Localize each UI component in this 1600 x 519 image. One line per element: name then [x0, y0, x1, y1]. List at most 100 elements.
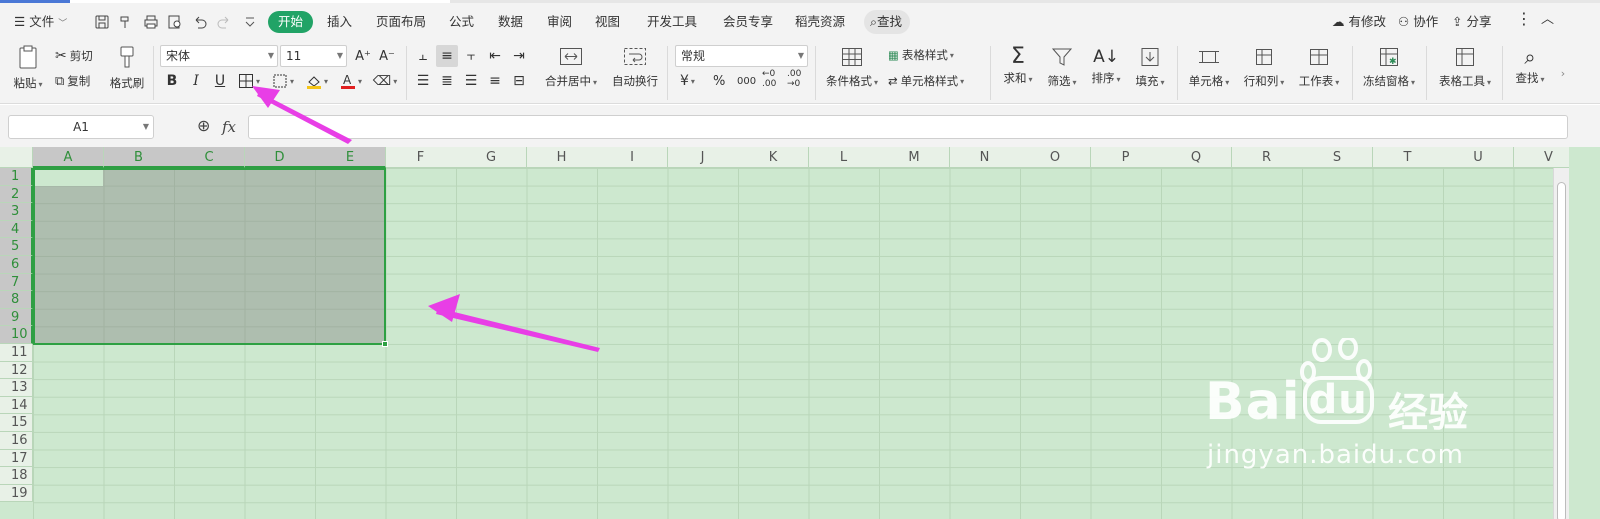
row-header-4[interactable]: 4	[0, 220, 33, 239]
column-header-k[interactable]: K	[738, 147, 809, 168]
column-header-a[interactable]: A	[33, 147, 104, 168]
column-header-o[interactable]: O	[1020, 147, 1091, 168]
column-header-q[interactable]: Q	[1161, 147, 1232, 168]
save-icon[interactable]	[94, 14, 110, 30]
increase-font-icon[interactable]: A⁺	[352, 45, 374, 67]
increase-decimal-icon[interactable]: ←0.00	[762, 69, 776, 89]
percent-button[interactable]: %	[713, 71, 725, 91]
zoom-formula-icon[interactable]: ⊕	[197, 116, 210, 135]
select-all-corner[interactable]	[0, 147, 33, 168]
decrease-decimal-icon[interactable]: .00 →0	[787, 69, 801, 89]
row-header-13[interactable]: 13	[0, 379, 33, 397]
column-header-e[interactable]: E	[315, 147, 386, 168]
column-header-s[interactable]: S	[1302, 147, 1373, 168]
row-header-17[interactable]: 17	[0, 449, 33, 468]
align-center-icon[interactable]: ≣	[436, 70, 458, 92]
tab-view[interactable]: 视图	[595, 12, 620, 32]
more-icon[interactable]: ⋮	[1516, 9, 1532, 29]
row-header-11[interactable]: 11	[0, 344, 33, 362]
fill-color-button[interactable]: ▾	[302, 70, 332, 92]
column-header-l[interactable]: L	[808, 147, 880, 168]
worksheet-button[interactable]: 工作表 ▾	[1293, 46, 1345, 89]
column-header-c[interactable]: C	[174, 147, 245, 168]
decrease-indent-icon[interactable]: ⇤	[484, 45, 506, 67]
copy-button[interactable]: ⧉ 复制	[55, 71, 90, 91]
row-header-10[interactable]: 10	[0, 326, 33, 344]
row-header-9[interactable]: 9	[0, 308, 33, 327]
tab-docer-resources[interactable]: 稻壳资源	[795, 12, 845, 32]
print-preview-icon[interactable]	[167, 14, 183, 30]
column-header-j[interactable]: J	[667, 147, 739, 168]
font-color-button[interactable]: A ▾	[336, 70, 366, 92]
font-size-select[interactable]: 11 ▼	[280, 45, 347, 67]
currency-button[interactable]: ¥ ▾	[680, 71, 695, 91]
align-right-icon[interactable]: ☰	[460, 70, 482, 92]
row-header-1[interactable]: 1	[0, 168, 33, 186]
align-top-icon[interactable]: ⫠	[412, 45, 434, 67]
fill-button[interactable]: 填充 ▾	[1130, 46, 1170, 89]
row-header-8[interactable]: 8	[0, 291, 33, 309]
tab-member[interactable]: 会员专享	[723, 12, 773, 32]
tab-insert[interactable]: 插入	[327, 12, 352, 32]
search-button[interactable]: ⌕查找	[864, 10, 911, 34]
freeze-panes-button[interactable]: ✱ 冻结窗格 ▾	[1358, 46, 1420, 89]
row-header-5[interactable]: 5	[0, 238, 33, 256]
redo-icon[interactable]	[216, 14, 232, 30]
row-header-15[interactable]: 15	[0, 414, 33, 432]
tab-developer[interactable]: 开发工具	[647, 12, 697, 32]
tab-home[interactable]: 开始	[268, 11, 314, 33]
file-menu[interactable]: ☰ 文件 ﹀	[14, 12, 67, 32]
merge-center-button[interactable]: 合并居中 ▾	[540, 46, 602, 89]
customize-quick-access-icon[interactable]	[243, 14, 257, 30]
tab-formulas[interactable]: 公式	[449, 12, 474, 32]
number-format-select[interactable]: 常规 ▼	[675, 45, 808, 67]
ribbon-scroll-right-icon[interactable]: ›	[1556, 62, 1570, 84]
clear-format-button[interactable]: ⌫ ▾	[370, 70, 400, 92]
sum-button[interactable]: Σ 求和 ▾	[998, 46, 1038, 86]
font-name-select[interactable]: 宋体 ▼	[160, 45, 278, 67]
row-header-18[interactable]: 18	[0, 467, 33, 485]
collapse-ribbon-icon[interactable]: ︿	[1541, 10, 1554, 30]
italic-button[interactable]: I	[185, 70, 207, 92]
column-header-i[interactable]: I	[597, 147, 668, 168]
active-cell[interactable]	[35, 170, 103, 186]
column-header-r[interactable]: R	[1231, 147, 1303, 168]
row-header-14[interactable]: 14	[0, 396, 33, 415]
modified-status[interactable]: ☁ 有修改	[1332, 12, 1386, 32]
bold-button[interactable]: B	[161, 70, 183, 92]
conditional-format-button[interactable]: 条件格式 ▾	[822, 46, 882, 89]
scrollbar-thumb[interactable]	[1557, 182, 1566, 519]
column-header-h[interactable]: H	[526, 147, 598, 168]
name-box[interactable]: A1 ▼	[8, 115, 154, 139]
align-bottom-icon[interactable]: ⫟	[460, 45, 482, 67]
paste-button[interactable]: 粘贴 ▾	[10, 44, 46, 91]
vertical-scrollbar[interactable]	[1553, 168, 1569, 519]
thousands-button[interactable]: 000	[737, 71, 756, 91]
row-header-12[interactable]: 12	[0, 361, 33, 380]
cut-button[interactable]: ✂ 剪切	[55, 46, 93, 66]
column-header-n[interactable]: N	[949, 147, 1021, 168]
column-header-u[interactable]: U	[1443, 147, 1514, 168]
column-header-b[interactable]: B	[103, 147, 175, 168]
column-header-f[interactable]: F	[385, 147, 457, 168]
fill-handle[interactable]	[382, 341, 388, 347]
align-middle-icon[interactable]: ≡	[436, 45, 458, 67]
share-button[interactable]: ⇪ 分享	[1452, 12, 1491, 32]
border-button[interactable]: ▾	[234, 70, 264, 92]
cell-button[interactable]: 单元格 ▾	[1183, 46, 1235, 89]
table-style-button[interactable]: ▦ 表格样式 ▾	[888, 45, 954, 65]
row-header-19[interactable]: 19	[0, 484, 33, 503]
underline-button[interactable]: U	[209, 70, 231, 92]
row-header-7[interactable]: 7	[0, 273, 33, 292]
increase-indent-icon[interactable]: ⇥	[508, 45, 530, 67]
row-header-3[interactable]: 3	[0, 203, 33, 221]
row-header-16[interactable]: 16	[0, 432, 33, 450]
tab-review[interactable]: 审阅	[547, 12, 572, 32]
row-header-6[interactable]: 6	[0, 256, 33, 274]
cell-style-button[interactable]: ⇄ 单元格样式 ▾	[888, 71, 964, 91]
format-painter-button[interactable]: 格式刷	[106, 44, 148, 91]
undo-icon[interactable]	[192, 14, 208, 30]
column-header-p[interactable]: P	[1090, 147, 1162, 168]
decrease-font-icon[interactable]: A⁻	[376, 45, 398, 67]
formula-input[interactable]	[248, 115, 1568, 139]
